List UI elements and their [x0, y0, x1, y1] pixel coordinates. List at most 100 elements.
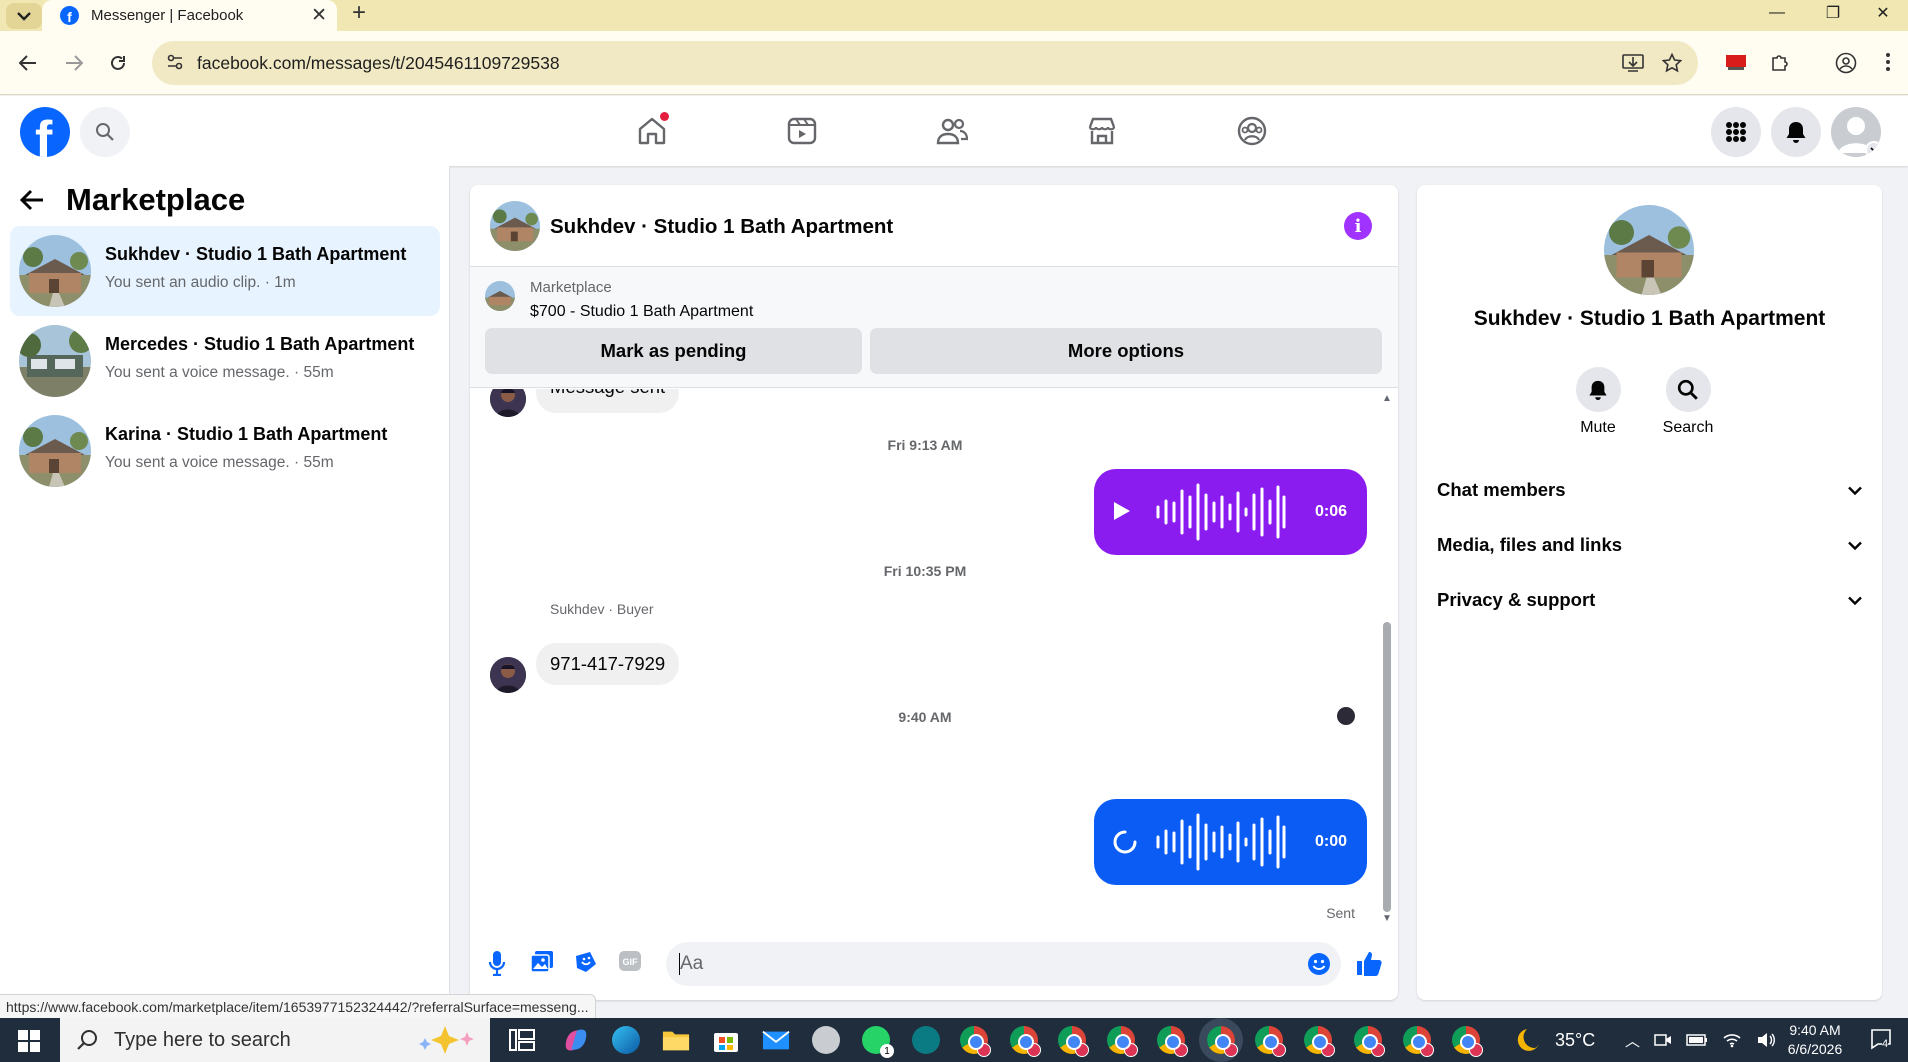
message-bubble[interactable]: 971-417-7929 — [536, 643, 680, 685]
photo-icon[interactable] — [530, 950, 554, 974]
tray-chevron-icon[interactable]: ︿ — [1625, 1030, 1640, 1051]
tab-close-icon[interactable]: ✕ — [311, 4, 327, 27]
whatsapp-icon[interactable]: 1 — [862, 1026, 894, 1058]
section-chat-members[interactable]: Chat members — [1437, 470, 1862, 510]
message-input[interactable]: Aa — [666, 942, 1341, 986]
back-arrow-icon[interactable] — [20, 189, 44, 211]
audio-message[interactable]: 0:00 — [1094, 799, 1367, 885]
browser-menu-icon[interactable] — [1885, 52, 1891, 72]
gif-icon[interactable]: GIF — [618, 950, 642, 972]
system-tray[interactable]: ︿ — [1625, 1018, 1776, 1062]
chrome-profile-icon[interactable] — [1304, 1026, 1335, 1057]
meet-now-icon[interactable] — [1654, 1032, 1672, 1048]
scrollbar-thumb[interactable] — [1383, 622, 1391, 912]
chrome-profile-icon[interactable] — [1354, 1026, 1385, 1057]
screen-record-extension-icon[interactable] — [1725, 52, 1747, 72]
message-bubble[interactable]: Message sent — [536, 389, 680, 413]
conversation-item[interactable]: Karina · Studio 1 Bath Apartment You sen… — [10, 406, 440, 496]
mail-icon[interactable] — [762, 1026, 790, 1054]
notifications-button[interactable] — [1771, 107, 1821, 157]
taskbar-search-box[interactable]: Type here to search — [60, 1018, 490, 1062]
battery-icon[interactable] — [1686, 1034, 1708, 1046]
listing-title-link[interactable]: $700 - Studio 1 Bath Apartment — [530, 303, 753, 321]
close-window-button[interactable]: ✕ — [1858, 0, 1908, 26]
task-view-icon[interactable] — [508, 1026, 536, 1054]
thumbs-up-icon[interactable] — [1355, 949, 1383, 977]
restore-button[interactable]: ❐ — [1808, 0, 1858, 26]
chrome-profile-icon-active[interactable] — [1199, 1018, 1243, 1062]
forward-button[interactable] — [60, 49, 88, 77]
scroll-up-icon[interactable]: ▲ — [1382, 393, 1392, 404]
message-thread[interactable]: Message sent Fri 9:13 AM 0:06 Fri 10:35 … — [470, 389, 1398, 929]
nav-home[interactable] — [631, 110, 673, 152]
chrome-profile-icon[interactable] — [1452, 1026, 1483, 1057]
chrome-profile-icon[interactable] — [1058, 1026, 1089, 1057]
conversation-item[interactable]: Sukhdev · Studio 1 Bath Apartment You se… — [10, 226, 440, 316]
scroll-down-icon[interactable]: ▼ — [1382, 913, 1392, 924]
weather-widget[interactable]: 35°C — [1515, 1018, 1595, 1062]
nav-video[interactable] — [781, 110, 823, 152]
url-field[interactable]: facebook.com/messages/t/2045461109729538 — [152, 41, 1698, 85]
nav-marketplace[interactable] — [1081, 110, 1123, 152]
conversation-item[interactable]: Mercedes · Studio 1 Bath Apartment You s… — [10, 316, 440, 406]
facebook-favicon-icon: f — [60, 6, 79, 25]
sender-avatar[interactable] — [490, 389, 526, 417]
wifi-icon[interactable] — [1722, 1032, 1742, 1048]
mute-button[interactable]: Mute — [1553, 367, 1643, 437]
emoji-icon[interactable] — [1307, 952, 1331, 976]
nav-friends[interactable] — [931, 110, 973, 152]
audio-message[interactable]: 0:06 — [1094, 469, 1367, 555]
play-icon[interactable] — [1112, 500, 1132, 522]
scrollbar[interactable]: ▲ ▼ — [1380, 389, 1394, 929]
reload-button[interactable] — [104, 49, 132, 77]
chrome-profile-icon[interactable] — [1157, 1026, 1188, 1057]
chrome-profile-icon[interactable] — [1403, 1026, 1434, 1057]
conversation-photo[interactable] — [1604, 205, 1694, 295]
copilot-app-icon[interactable] — [562, 1026, 590, 1054]
chrome-profile-icon[interactable] — [1010, 1026, 1041, 1057]
conversation-title: Sukhdev · Studio 1 Bath Apartment — [1473, 307, 1826, 330]
nav-gaming[interactable] — [1231, 110, 1273, 152]
photos-app-icon[interactable] — [812, 1026, 840, 1054]
account-avatar-button[interactable] — [1831, 107, 1881, 157]
menu-button[interactable] — [1711, 107, 1761, 157]
search-icon — [77, 1030, 97, 1050]
listing-thumbnail[interactable] — [485, 281, 515, 311]
facebook-logo[interactable]: f — [20, 107, 70, 157]
tab-search-button[interactable] — [6, 3, 42, 29]
chrome-profile-icon[interactable] — [960, 1026, 991, 1057]
browser-tab-active[interactable]: f Messenger | Facebook ✕ — [42, 0, 337, 31]
meet-app-icon[interactable] — [912, 1026, 940, 1054]
microsoft-store-icon[interactable] — [712, 1026, 740, 1054]
sticker-icon[interactable] — [574, 950, 598, 974]
notification-center-button[interactable]: 4 — [1870, 1028, 1892, 1050]
file-explorer-icon[interactable] — [662, 1026, 690, 1054]
section-privacy-support[interactable]: Privacy & support — [1437, 580, 1862, 620]
info-icon[interactable]: i — [1344, 212, 1372, 240]
more-options-button[interactable]: More options — [870, 328, 1382, 374]
mark-as-pending-button[interactable]: Mark as pending — [485, 328, 862, 374]
profile-icon[interactable] — [1835, 52, 1857, 74]
windows-start-icon[interactable] — [18, 1030, 40, 1052]
chat-title[interactable]: Sukhdev · Studio 1 Bath Apartment — [550, 215, 893, 239]
chrome-profile-icon[interactable] — [1107, 1026, 1138, 1057]
minimize-button[interactable]: — — [1752, 0, 1802, 26]
chrome-profile-icon[interactable] — [1255, 1026, 1286, 1057]
microphone-icon[interactable] — [488, 950, 506, 976]
chat-avatar[interactable] — [490, 201, 540, 251]
new-tab-button[interactable]: + — [352, 0, 366, 26]
back-button[interactable] — [14, 49, 42, 77]
sent-status: Sent — [1326, 905, 1355, 921]
sender-avatar[interactable] — [490, 657, 526, 693]
section-media-files-links[interactable]: Media, files and links — [1437, 525, 1862, 565]
extensions-puzzle-icon[interactable] — [1770, 52, 1790, 72]
marketplace-chat-list: Marketplace Sukhdev · Studio 1 Bath Apar… — [0, 166, 450, 1018]
edge-icon[interactable] — [612, 1026, 640, 1054]
chevron-down-icon — [1848, 541, 1862, 550]
notification-dot — [660, 112, 669, 121]
facebook-search-button[interactable] — [80, 107, 130, 157]
section-label: Media, files and links — [1437, 534, 1623, 555]
taskbar-clock[interactable]: 9:40 AM 6/6/2026 — [1770, 1021, 1860, 1059]
audio-duration: 0:06 — [1314, 503, 1347, 520]
search-in-conversation-button[interactable]: Search — [1643, 367, 1733, 437]
